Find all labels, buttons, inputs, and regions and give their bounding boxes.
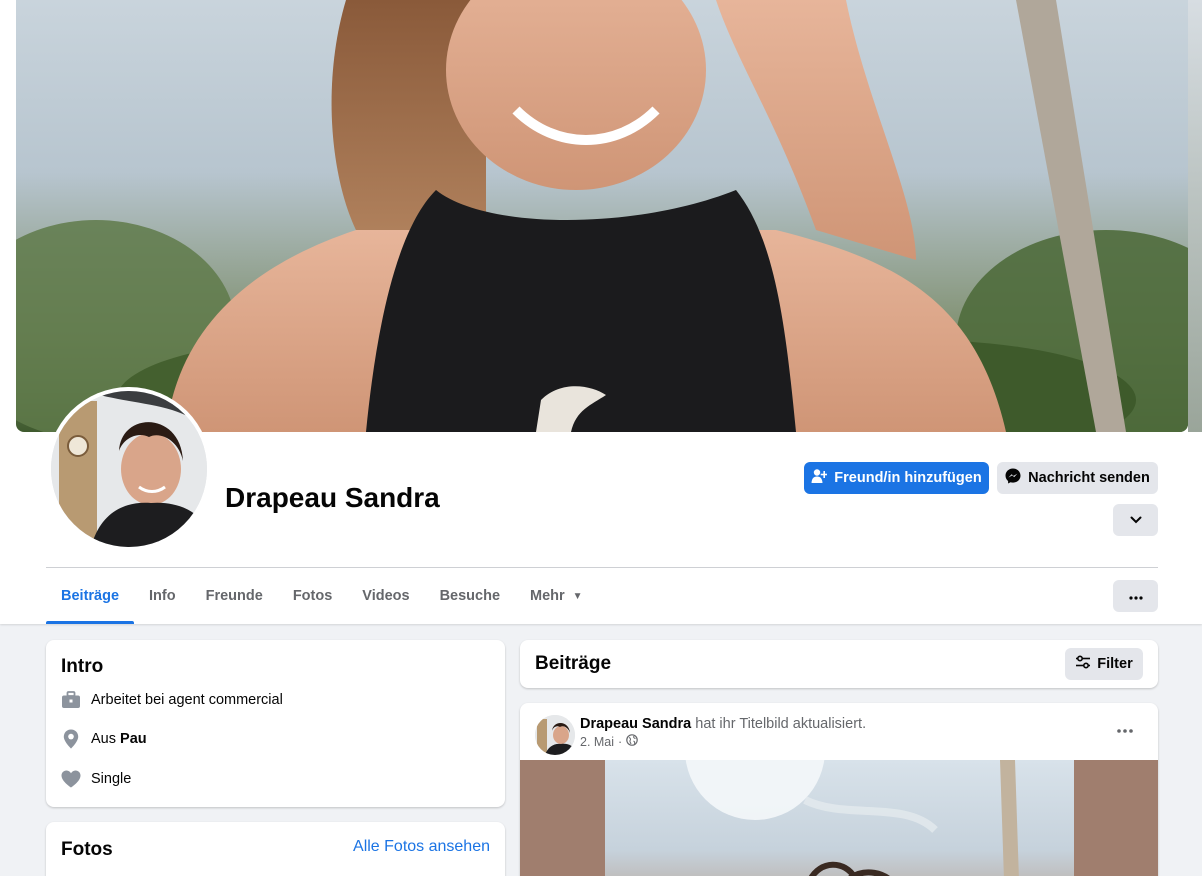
intro-work: Arbeitet bei agent commercial — [61, 690, 283, 710]
post-action-text: hat ihr Titelbild aktualisiert. — [695, 716, 867, 732]
intro-relationship: Single — [61, 769, 131, 789]
add-friend-button[interactable]: Freund/in hinzufügen — [804, 462, 989, 494]
tab-more[interactable]: Mehr ▼ — [515, 568, 598, 624]
intro-hometown: Aus Pau — [61, 729, 147, 749]
globe-icon — [626, 734, 639, 749]
intro-relationship-text: Single — [91, 771, 132, 787]
posts-title: Beiträge — [535, 653, 612, 674]
tab-info[interactable]: Info — [134, 568, 191, 624]
intro-hometown-text: Aus Pau — [91, 731, 147, 747]
tab-friends[interactable]: Freunde — [191, 568, 278, 624]
post-card: Drapeau Sandra hat ihr Titelbild aktuali… — [520, 703, 1158, 876]
chevron-down-icon — [1130, 512, 1142, 528]
post-author-name[interactable]: Drapeau Sandra — [580, 716, 691, 732]
photos-card: Fotos Alle Fotos ansehen — [46, 822, 505, 876]
profile-name: Drapeau Sandra — [225, 482, 440, 513]
send-message-button[interactable]: Nachricht senden — [997, 462, 1158, 494]
tab-checkins-label: Besuche — [439, 588, 501, 604]
cover-photo[interactable] — [16, 0, 1188, 432]
tab-photos[interactable]: Fotos — [278, 568, 347, 624]
post-image[interactable] — [520, 760, 1158, 876]
more-dots-icon — [1117, 720, 1133, 738]
intro-card: Intro Arbeitet bei agent commercial Aus … — [46, 640, 505, 807]
more-profile-options-button[interactable] — [1113, 504, 1158, 536]
photos-title: Fotos — [61, 839, 113, 860]
filter-label: Filter — [1097, 656, 1133, 672]
caret-down-icon: ▼ — [572, 590, 583, 602]
tab-more-label: Mehr — [530, 588, 565, 604]
intro-hometown-place[interactable]: Pau — [120, 731, 147, 747]
tab-checkins[interactable]: Besuche — [425, 568, 515, 624]
tab-posts[interactable]: Beiträge — [46, 568, 135, 624]
more-dots-icon — [1128, 587, 1143, 605]
post-author-avatar[interactable] — [535, 715, 575, 755]
tab-friends-label: Freunde — [205, 588, 263, 604]
posts-header-card: Beiträge Filter — [520, 640, 1158, 688]
post-date[interactable]: 2. Mai — [580, 735, 614, 749]
post-subline: 2. Mai · — [580, 734, 639, 749]
profile-picture — [51, 391, 207, 547]
profile-tabs: Beiträge Info Freunde Fotos Videos Besuc… — [46, 568, 598, 624]
post-options-button[interactable] — [1107, 717, 1143, 741]
post-separator: · — [618, 734, 623, 749]
intro-work-text: Arbeitet bei agent commercial — [91, 692, 283, 708]
briefcase-icon — [61, 690, 81, 710]
tab-info-label: Info — [149, 588, 176, 604]
tab-videos-label: Videos — [362, 588, 410, 604]
heart-icon — [61, 769, 81, 789]
intro-title: Intro — [61, 656, 104, 677]
filter-sliders-icon — [1075, 655, 1091, 673]
see-all-photos-link[interactable]: Alle Fotos ansehen — [353, 838, 490, 856]
intro-hometown-prefix: Aus — [91, 731, 116, 747]
send-message-label: Nachricht senden — [1028, 470, 1150, 486]
add-friend-label: Freund/in hinzufügen — [834, 470, 982, 486]
filter-button[interactable]: Filter — [1065, 648, 1143, 680]
tab-options-button[interactable] — [1113, 580, 1158, 612]
post-image-photo — [605, 760, 1074, 876]
cover-edge — [1188, 0, 1202, 432]
post-header: Drapeau Sandra hat ihr Titelbild aktuali… — [580, 716, 866, 732]
add-friend-icon — [811, 468, 828, 488]
tab-posts-label: Beiträge — [61, 588, 120, 604]
messenger-icon — [1005, 468, 1021, 488]
tab-photos-label: Fotos — [292, 588, 333, 604]
tab-videos[interactable]: Videos — [347, 568, 424, 624]
location-pin-icon — [61, 729, 81, 749]
profile-avatar[interactable] — [47, 387, 211, 551]
